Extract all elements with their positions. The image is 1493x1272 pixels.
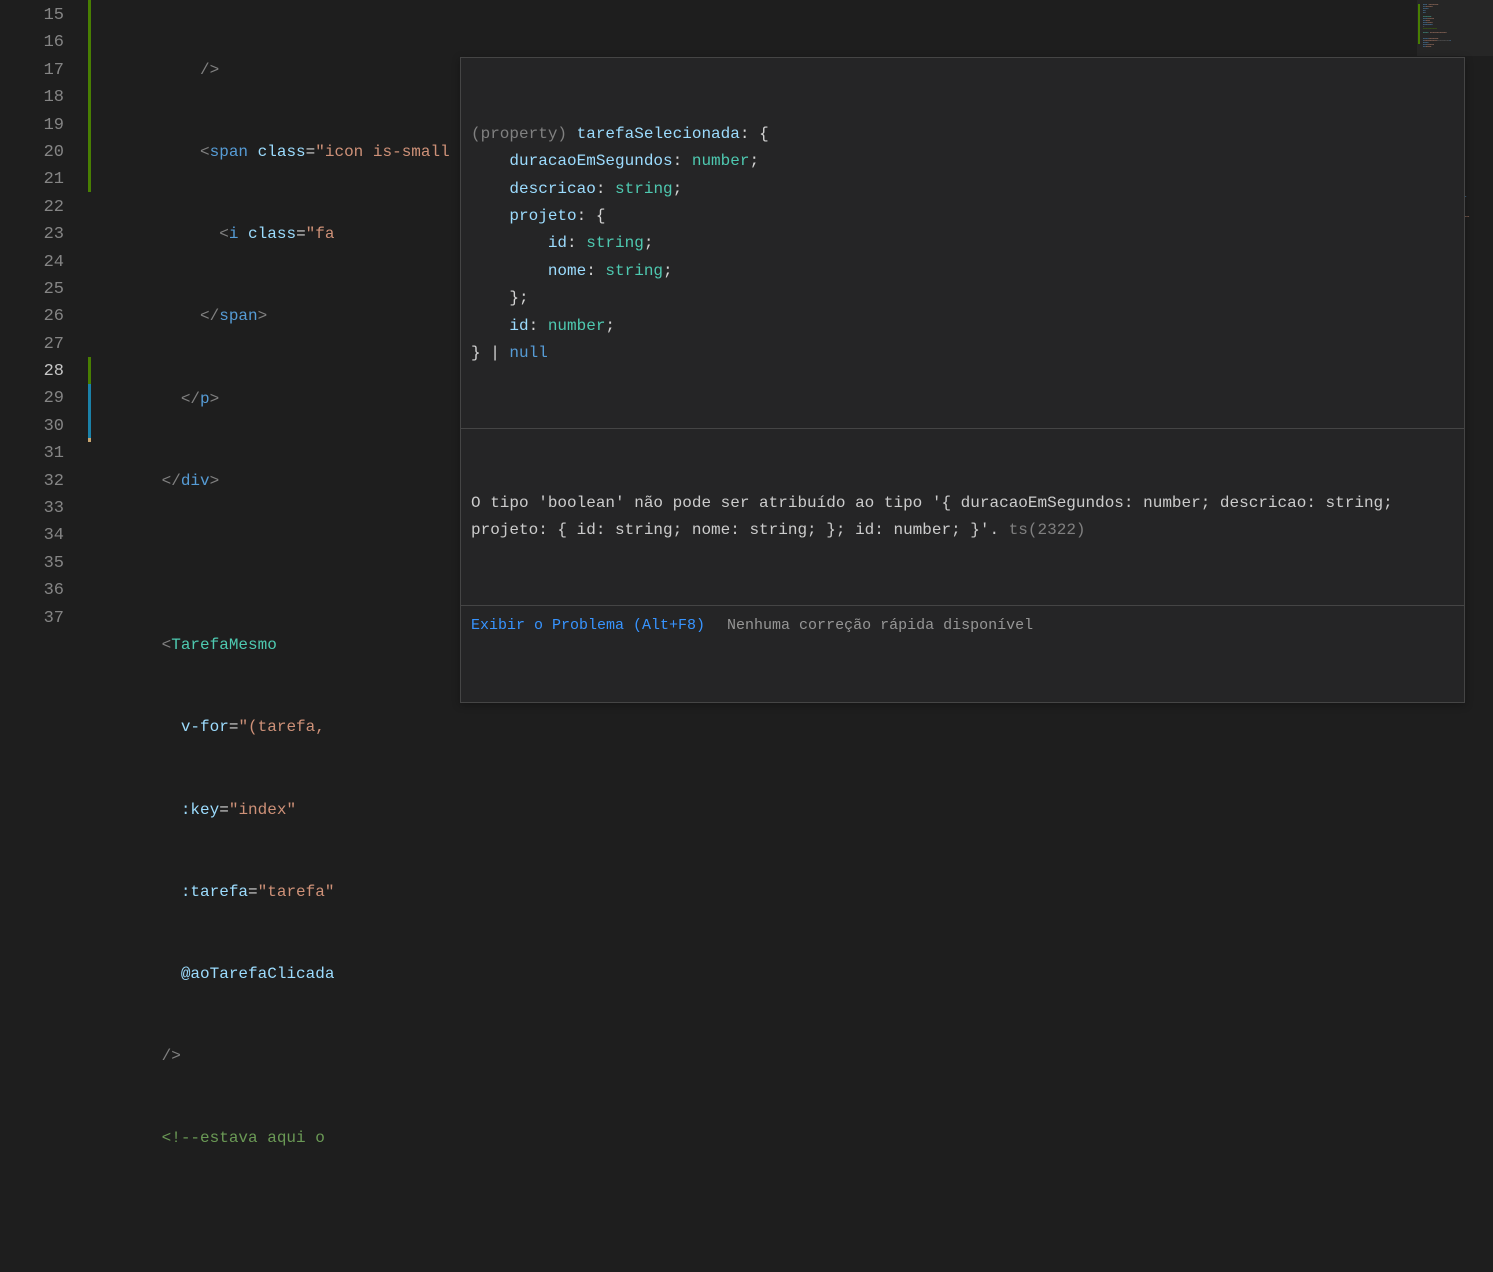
hover-actions-row: Exibir o Problema (Alt+F8) Nenhuma corre… — [461, 605, 1464, 647]
line-number[interactable]: 25 — [0, 276, 64, 303]
editor-hover-widget[interactable]: (property) tarefaSelecionada: { duracaoE… — [460, 57, 1465, 703]
line-number[interactable]: 29 — [0, 385, 64, 412]
line-number[interactable]: 35 — [0, 550, 64, 577]
code-line[interactable]: :tarefa="tarefa" — [90, 879, 1417, 906]
code-line[interactable]: v-for="(tarefa, — [90, 714, 1417, 741]
line-number-active[interactable]: 28 — [0, 358, 64, 385]
line-number[interactable]: 16 — [0, 29, 64, 56]
line-number[interactable]: 18 — [0, 84, 64, 111]
line-number[interactable]: 36 — [0, 577, 64, 604]
minimap-diff-marker — [1418, 4, 1420, 44]
view-problem-link[interactable]: Exibir o Problema (Alt+F8) — [471, 612, 705, 639]
line-number-gutter: 15 16 17 18 19 20 21 22 23 24 25 26 27 2… — [0, 0, 90, 636]
code-line[interactable]: @aoTarefaClicada — [90, 961, 1417, 988]
line-number[interactable]: 15 — [0, 2, 64, 29]
code-line[interactable]: :key="index" — [90, 797, 1417, 824]
hover-error-message: O tipo 'boolean' não pode ser atribuído … — [461, 484, 1464, 550]
line-number[interactable]: 21 — [0, 166, 64, 193]
line-number[interactable]: 32 — [0, 468, 64, 495]
line-number[interactable]: 30 — [0, 413, 64, 440]
hover-type-info: (property) tarefaSelecionada: { duracaoE… — [461, 113, 1464, 374]
line-number[interactable]: 19 — [0, 112, 64, 139]
code-editor[interactable]: /> <span class="icon is-small is-left"> … — [90, 0, 1417, 636]
line-number[interactable]: 20 — [0, 139, 64, 166]
line-number[interactable]: 22 — [0, 194, 64, 221]
code-line[interactable]: /> — [90, 1043, 1417, 1070]
editor-root: 15 16 17 18 19 20 21 22 23 24 25 26 27 2… — [0, 0, 1493, 636]
code-line-active[interactable]: <!--estava aqui o — [90, 1125, 1417, 1152]
no-quick-fix-label: Nenhuma correção rápida disponível — [727, 612, 1033, 639]
line-number[interactable]: 26 — [0, 303, 64, 330]
line-number[interactable]: 37 — [0, 605, 64, 632]
line-number[interactable]: 33 — [0, 495, 64, 522]
line-number[interactable]: 17 — [0, 57, 64, 84]
line-number[interactable]: 23 — [0, 221, 64, 248]
code-line[interactable] — [90, 1208, 1417, 1235]
line-number[interactable]: 24 — [0, 249, 64, 276]
line-number[interactable]: 31 — [0, 440, 64, 467]
line-number[interactable]: 34 — [0, 522, 64, 549]
line-number[interactable]: 27 — [0, 331, 64, 358]
